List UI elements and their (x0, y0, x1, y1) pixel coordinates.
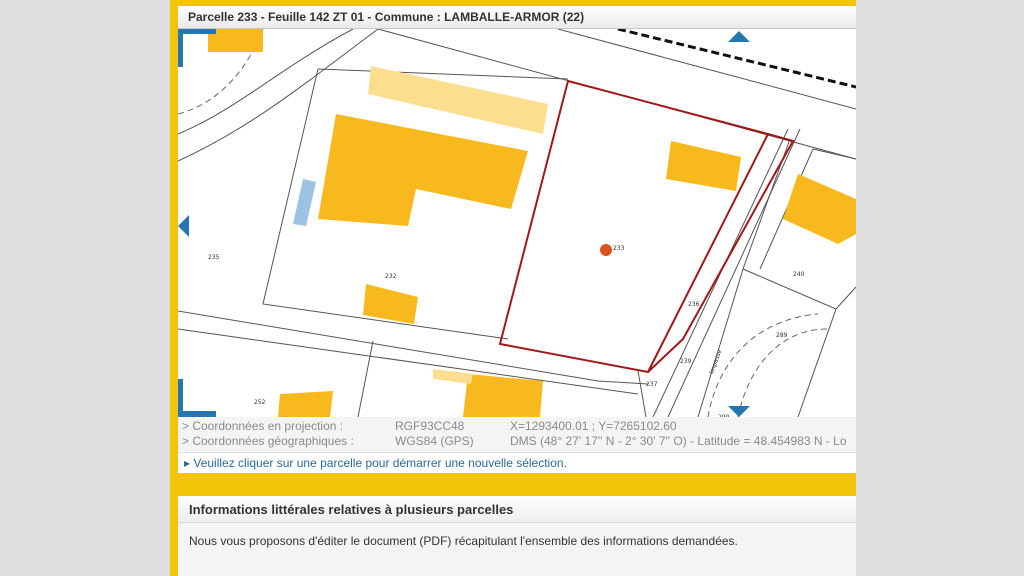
building (318, 114, 528, 226)
coordinates-value: X=1293400.01 ; Y=7265102.60 (510, 419, 677, 433)
building-light (433, 369, 473, 384)
building (363, 284, 418, 324)
dashed-line (737, 328, 829, 417)
parcel-boundary-line (742, 268, 837, 417)
corner-marker (178, 379, 183, 417)
parcel-label: 232 (385, 273, 397, 280)
road-edge-line (178, 328, 639, 395)
street-label: Impasse (708, 348, 723, 374)
multi-parcel-info-panel: Informations littérales relatives à plus… (178, 496, 856, 576)
parcel-label: 252 (254, 399, 266, 406)
parcel-label: 236 (688, 301, 700, 308)
coordinates-system: WGS84 (GPS) (395, 434, 474, 448)
pan-down-arrow-icon[interactable] (728, 406, 750, 417)
cadastral-map-drawing[interactable]: 235 232 233 236 239 237 240 289 290 252 … (178, 29, 856, 417)
location-marker[interactable] (600, 244, 612, 256)
coordinates-label: > Coordonnées en projection : (182, 419, 344, 433)
parcel-boundary-line (357, 340, 374, 417)
selection-hint: ▸ Veuillez cliquer sur une parcelle pour… (178, 452, 856, 473)
parcel-boundary-line (557, 29, 856, 110)
coordinates-value: DMS (48° 27' 17'' N - 2° 30' 7'' O) - La… (510, 434, 847, 448)
parcel-boundary-line (835, 286, 856, 310)
building (278, 391, 333, 417)
building (208, 29, 263, 52)
coordinates-system: RGF93CC48 (395, 419, 465, 433)
water-feature (293, 179, 316, 226)
parcel-label: 237 (646, 381, 658, 388)
pan-left-arrow-icon[interactable] (178, 215, 189, 237)
parcel-title-bar: Parcelle 233 - Feuille 142 ZT 01 - Commu… (178, 6, 856, 29)
corner-marker (178, 29, 183, 67)
parcel-label: 233 (613, 245, 625, 252)
parcel-label: 235 (208, 254, 220, 261)
cadastral-map[interactable]: 235 232 233 236 239 237 240 289 290 252 … (178, 29, 856, 417)
parcel-label: 240 (793, 271, 805, 278)
building (783, 174, 856, 244)
pan-up-arrow-icon[interactable] (728, 31, 750, 42)
road-edge-line (178, 29, 354, 135)
building (666, 141, 741, 191)
building-light (368, 66, 548, 134)
parcel-panel: Parcelle 233 - Feuille 142 ZT 01 - Commu… (178, 6, 856, 473)
building (463, 374, 543, 417)
multi-parcel-info-header: Informations littérales relatives à plus… (178, 496, 856, 523)
coordinates-panel: > Coordonnées en projection : RGF93CC48 … (178, 417, 856, 451)
parcel-label: 239 (680, 358, 692, 365)
parcel-label: 289 (776, 332, 788, 339)
multi-parcel-info-text: Nous vous proposons d'éditer le document… (189, 534, 738, 548)
parcel-title: Parcelle 233 - Feuille 142 ZT 01 - Commu… (188, 10, 585, 24)
parcel-boundary-line (637, 370, 647, 417)
corner-marker (178, 29, 216, 34)
selection-hint-text: ▸ Veuillez cliquer sur une parcelle pour… (184, 456, 567, 470)
coordinates-label: > Coordonnées géographiques : (182, 434, 354, 448)
multi-parcel-info-title: Informations littérales relatives à plus… (189, 502, 514, 517)
